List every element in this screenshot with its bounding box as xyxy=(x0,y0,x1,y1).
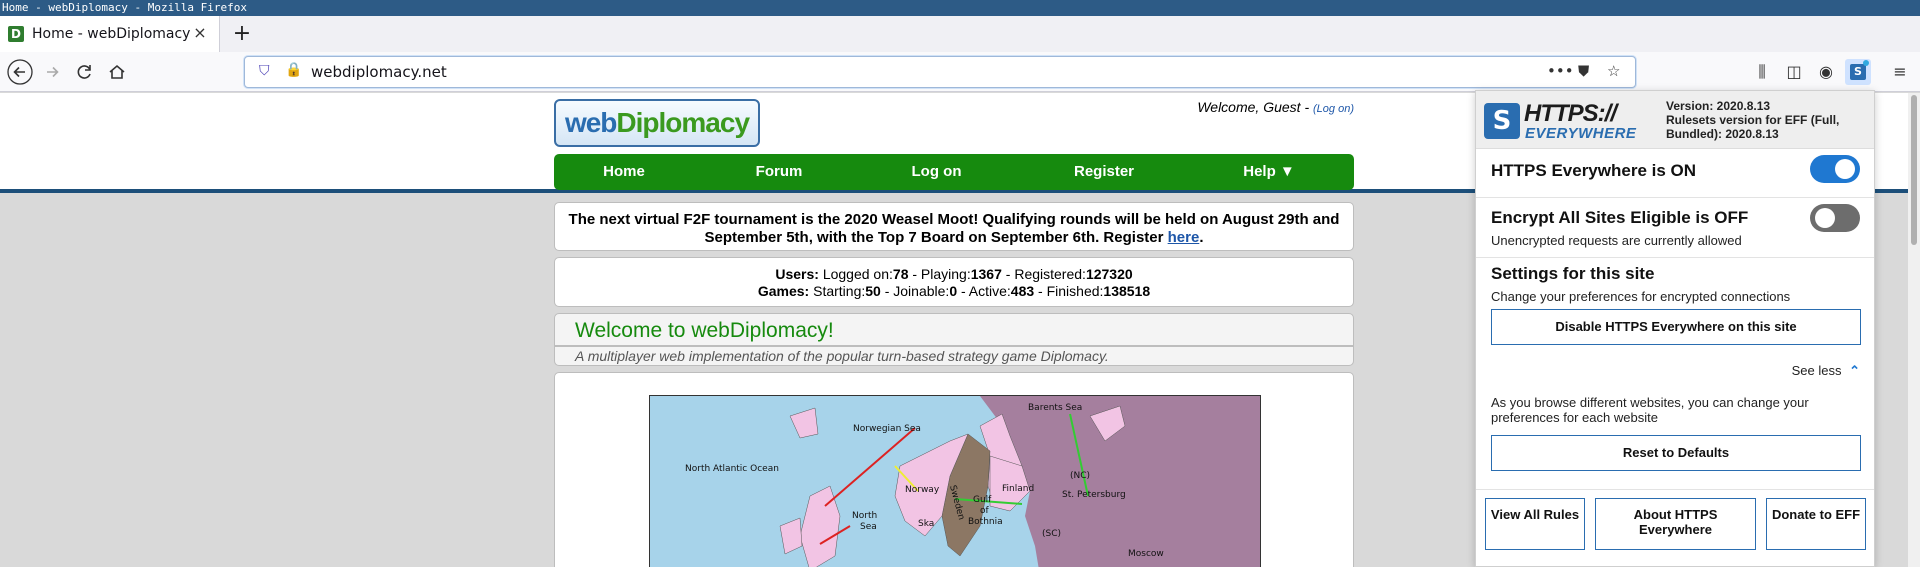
login-link[interactable]: Log on xyxy=(1317,103,1351,115)
menu-hamburger-icon[interactable]: ≡ xyxy=(1886,58,1914,86)
https-everywhere-icon: S xyxy=(1850,64,1866,80)
welcome-guest: Welcome, Guest - (Log on) xyxy=(1197,99,1354,115)
sidebar-icon[interactable]: ◫ xyxy=(1780,58,1808,86)
browse-description: As you browse different websites, you ca… xyxy=(1491,395,1809,425)
https-on-title: HTTPS Everywhere is ON xyxy=(1491,161,1697,180)
page-actions-icon[interactable]: ••• xyxy=(1547,62,1574,80)
reload-button[interactable] xyxy=(71,58,99,86)
back-arrow-icon xyxy=(7,59,33,85)
chevron-up-icon: ⌃ xyxy=(1849,363,1860,378)
user-stats: Users: Logged on:78 - Playing:1367 - Reg… xyxy=(775,266,1133,282)
insecure-lock-icon[interactable]: 🔒 xyxy=(285,62,302,78)
map-label-stp: St. Petersburg xyxy=(1062,490,1126,500)
menu-log-on[interactable]: Log on xyxy=(884,154,989,190)
toggle-knob xyxy=(1835,159,1855,179)
map-label-bar: Barents Sea xyxy=(1028,403,1082,413)
map-label-bot2: of xyxy=(980,506,990,516)
diplomacy-map: North Atlantic Ocean Norwegian Sea Baren… xyxy=(649,395,1261,567)
nav-bar: ⛉ 🔒 webdiplomacy.net ••• ⛊ ☆ xyxy=(0,52,1920,92)
forward-arrow-icon xyxy=(47,66,59,78)
map-image: North Atlantic Ocean Norwegian Sea Baren… xyxy=(650,396,1260,567)
close-tab-icon[interactable]: × xyxy=(191,24,209,42)
popup-header: S HTTPS:// EVERYWHERE Version: 2020.8.13… xyxy=(1476,91,1874,149)
map-label-sc: (SC) xyxy=(1042,529,1061,539)
version-info: Version: 2020.8.13 Rulesets version for … xyxy=(1666,99,1840,141)
https-everywhere-badge-icon: S xyxy=(1484,103,1520,139)
about-button[interactable]: About HTTPS Everywhere xyxy=(1595,498,1756,550)
tab-active[interactable]: D Home - webDiplomacy × xyxy=(0,16,220,52)
https-everywhere-popup: S HTTPS:// EVERYWHERE Version: 2020.8.13… xyxy=(1475,90,1875,567)
map-label-nao: North Atlantic Ocean xyxy=(685,464,779,474)
site-settings: Settings for this site Change your prefe… xyxy=(1491,264,1861,304)
window-title: Home - webDiplomacy - Mozilla Firefox xyxy=(0,0,1920,16)
https-on-toggle[interactable] xyxy=(1810,155,1860,183)
new-tab-button[interactable]: + xyxy=(228,20,256,48)
announcement: The next virtual F2F tournament is the 2… xyxy=(554,202,1354,251)
map-label-nor: Norway xyxy=(905,485,940,495)
ease-row: Encrypt All Sites Eligible is OFF Unencr… xyxy=(1491,208,1861,248)
reset-defaults-button[interactable]: Reset to Defaults xyxy=(1491,435,1861,471)
map-label-bot1: Gulf xyxy=(973,495,992,505)
map-label-nc: (NC) xyxy=(1070,471,1090,481)
https-on-row: HTTPS Everywhere is ON xyxy=(1491,161,1861,181)
divider xyxy=(1476,197,1874,198)
ease-toggle[interactable] xyxy=(1810,204,1860,232)
home-button[interactable] xyxy=(103,58,131,86)
divider xyxy=(1476,257,1874,258)
tab-strip: D Home - webDiplomacy × + xyxy=(0,16,1920,52)
notification-dot-icon xyxy=(1863,60,1869,66)
welcome-heading: Welcome to webDiplomacy! xyxy=(554,313,1354,346)
view-all-rules-button[interactable]: View All Rules xyxy=(1485,498,1585,550)
account-icon[interactable]: ◉ xyxy=(1812,58,1840,86)
page-scrollbar[interactable] xyxy=(1908,93,1920,567)
site-logo[interactable]: webDiplomacy xyxy=(554,99,760,147)
map-label-fin: Finland xyxy=(1002,484,1034,494)
bookmark-star-icon[interactable]: ☆ xyxy=(1607,62,1620,80)
pocket-icon[interactable]: ⛊ xyxy=(1578,62,1589,80)
map-label-nth1: North xyxy=(852,511,877,521)
site-menu: Home Forum Log on Register Help ▼ xyxy=(554,154,1354,190)
tracking-protection-shield-icon[interactable]: ⛉ xyxy=(259,63,270,79)
register-here-link[interactable]: here xyxy=(1168,229,1200,246)
map-label-bot3: Bothnia xyxy=(968,517,1003,527)
favicon-icon: D xyxy=(8,26,24,42)
map-label-mos: Moscow xyxy=(1128,549,1164,559)
divider xyxy=(1476,489,1874,490)
scrollbar-thumb[interactable] xyxy=(1911,95,1917,245)
see-less-toggle[interactable]: See less ⌃ xyxy=(1792,363,1860,379)
menu-forum[interactable]: Forum xyxy=(729,154,829,190)
toggle-knob xyxy=(1815,208,1835,228)
home-icon xyxy=(109,64,125,79)
site-stats: Users: Logged on:78 - Playing:1367 - Reg… xyxy=(554,257,1354,307)
disable-site-button[interactable]: Disable HTTPS Everywhere on this site xyxy=(1491,309,1861,345)
https-everywhere-toolbar-button[interactable]: S xyxy=(1845,59,1871,85)
reload-icon xyxy=(77,65,91,79)
url-text[interactable]: webdiplomacy.net xyxy=(311,63,447,81)
address-bar[interactable]: ⛉ 🔒 webdiplomacy.net ••• ⛊ ☆ xyxy=(244,56,1636,88)
site-settings-title: Settings for this site xyxy=(1491,264,1655,283)
ease-title: Encrypt All Sites Eligible is OFF xyxy=(1491,208,1749,227)
tab-title: Home - webDiplomacy xyxy=(32,26,191,42)
ease-description: Unencrypted requests are currently allow… xyxy=(1491,233,1742,248)
https-everywhere-logo: S HTTPS:// EVERYWHERE xyxy=(1484,99,1660,143)
donate-button[interactable]: Donate to EFF xyxy=(1766,498,1866,550)
menu-register[interactable]: Register xyxy=(1049,154,1159,190)
welcome-subtitle: A multiplayer web implementation of the … xyxy=(554,346,1354,366)
map-label-ska: Ska xyxy=(918,519,934,529)
menu-help[interactable]: Help ▼ xyxy=(1214,154,1324,190)
map-label-nth2: Sea xyxy=(860,522,877,532)
forward-button[interactable] xyxy=(38,58,66,86)
library-icon[interactable]: ⫼ xyxy=(1748,58,1776,86)
back-button[interactable] xyxy=(6,58,34,86)
game-stats: Games: Starting:50 - Joinable:0 - Active… xyxy=(757,283,1151,299)
map-label-nwg: Norwegian Sea xyxy=(853,424,921,434)
map-panel: North Atlantic Ocean Norwegian Sea Baren… xyxy=(554,372,1354,567)
menu-home[interactable]: Home xyxy=(574,154,674,190)
site-settings-description: Change your preferences for encrypted co… xyxy=(1491,289,1791,304)
